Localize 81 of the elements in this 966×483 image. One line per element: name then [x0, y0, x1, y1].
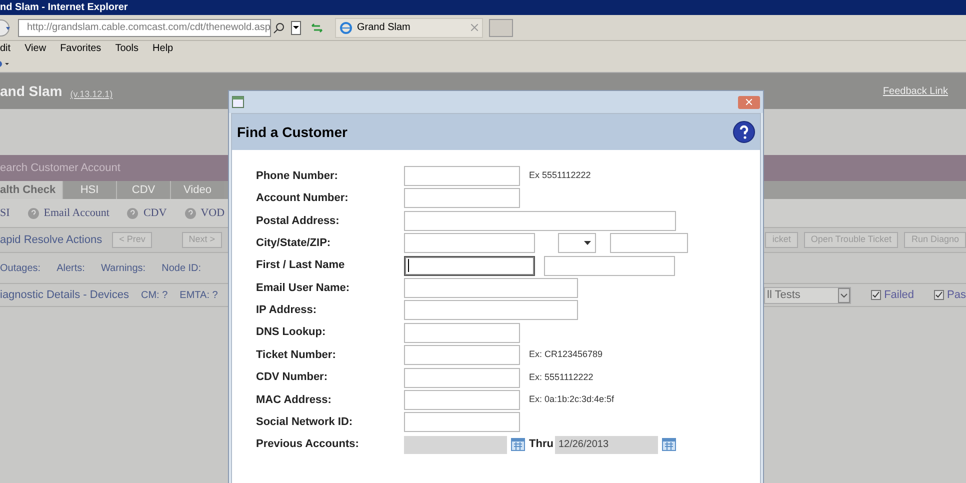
address-bar[interactable]: http://grandslam.cable.comcast.com/cdt/thenewold.asp — [18, 18, 271, 36]
new-tab-button[interactable] — [489, 18, 513, 36]
home-dropdown-icon[interactable] — [0, 60, 10, 68]
field-label: Phone Number: — [256, 168, 339, 184]
field-label: Previous Accounts: — [256, 437, 360, 452]
text-field[interactable] — [610, 233, 688, 254]
field-label: Social Network ID: — [256, 415, 354, 430]
text-field[interactable] — [404, 188, 520, 208]
field-hint: Ex: 0a:1b:2c:3d:4e:5f — [529, 393, 614, 406]
url-text: http://grandslam.cable.comcast.com/cdt/thenewold.asp — [27, 21, 270, 35]
text-field[interactable] — [404, 166, 520, 186]
text-field[interactable] — [404, 322, 520, 343]
menu-item[interactable]: Favorites — [60, 41, 102, 56]
device-status: CM: ? — [141, 288, 168, 302]
tab[interactable]: alth Check — [0, 181, 62, 199]
browser-logo-icon — [340, 22, 352, 34]
status-label: Outages: — [0, 262, 41, 276]
service-link[interactable]: Email Account — [44, 204, 110, 222]
menu-item[interactable]: Tools — [115, 41, 139, 56]
text-field[interactable] — [404, 233, 535, 254]
text-field[interactable] — [404, 412, 520, 432]
field-label: City/State/ZIP: — [256, 236, 332, 251]
close-button[interactable] — [738, 96, 760, 108]
status-label: Alerts: — [56, 262, 85, 276]
service-link[interactable]: CDV — [143, 204, 167, 222]
checkbox-label: Pas — [947, 288, 966, 303]
text-field[interactable] — [404, 345, 520, 366]
field-label: IP Address: — [256, 303, 318, 318]
field-label: Ticket Number: — [256, 348, 337, 363]
section-title: apid Resolve Actions — [0, 232, 102, 248]
checkbox[interactable] — [871, 290, 882, 300]
field-hint: Ex: 5551112222 — [529, 370, 594, 384]
calendar-icon[interactable] — [511, 438, 525, 452]
text-field[interactable] — [404, 390, 520, 410]
feedback-link[interactable]: Feedback Link — [882, 84, 948, 98]
field-label: DNS Lookup: — [256, 325, 327, 340]
field-label: First / Last Name — [256, 258, 346, 274]
text-field[interactable] — [404, 256, 535, 276]
text-field[interactable] — [404, 210, 676, 231]
field-hint: Ex: CR123456789 — [529, 348, 603, 362]
field-label: Email User Name: — [256, 280, 351, 296]
window-title: nd Slam - Internet Explorer — [0, 1, 128, 15]
field-label: Account Number: — [256, 191, 350, 206]
window-icon — [232, 96, 244, 108]
menu-item[interactable]: View — [24, 41, 46, 56]
close-icon — [746, 99, 752, 105]
dropdown-caret-icon — [584, 241, 591, 246]
dropdown-caret-icon — [293, 26, 299, 29]
checkbox[interactable] — [934, 290, 944, 300]
service-link[interactable]: SI — [0, 204, 10, 222]
menu-item[interactable]: dit — [0, 41, 11, 56]
text-field[interactable] — [544, 256, 675, 276]
search-icon[interactable] — [273, 22, 285, 34]
text-field[interactable] — [404, 300, 578, 320]
text-field[interactable] — [404, 368, 520, 388]
field-hint: Ex 5551112222 — [529, 169, 591, 182]
status-label: Warnings: — [100, 262, 146, 276]
text-cursor-icon — [408, 259, 409, 272]
text-field[interactable] — [404, 278, 578, 298]
field-label: MAC Address: — [256, 392, 332, 408]
refresh-arrows-icon[interactable] — [309, 20, 325, 34]
help-icon[interactable] — [733, 121, 755, 143]
service-link[interactable]: VOD — [200, 204, 225, 222]
dropdown-caret-icon — [838, 288, 850, 302]
thru-label: Thru — [529, 437, 554, 452]
dropdown-button[interactable] — [291, 20, 301, 34]
calendar-icon[interactable] — [662, 438, 676, 452]
device-status: EMTA: ? — [180, 288, 218, 302]
browser-tab[interactable]: Grand Slam — [335, 18, 483, 38]
version-link[interactable]: (v.13.12.1) — [70, 88, 113, 102]
app-title: and Slam — [0, 82, 62, 100]
field-label: Postal Address: — [256, 214, 340, 229]
checkbox-label: Failed — [884, 288, 914, 303]
field-label: CDV Number: — [256, 370, 329, 386]
state-select[interactable] — [558, 233, 596, 254]
section-title: iagnostic Details - Devices — [0, 288, 129, 303]
test-filter-select[interactable]: ll Tests — [764, 286, 852, 304]
menu-item[interactable]: Help — [152, 41, 174, 56]
status-label: Node ID: — [162, 262, 202, 276]
dialog-title: Find a Customer — [237, 122, 348, 142]
close-icon[interactable] — [471, 24, 478, 31]
